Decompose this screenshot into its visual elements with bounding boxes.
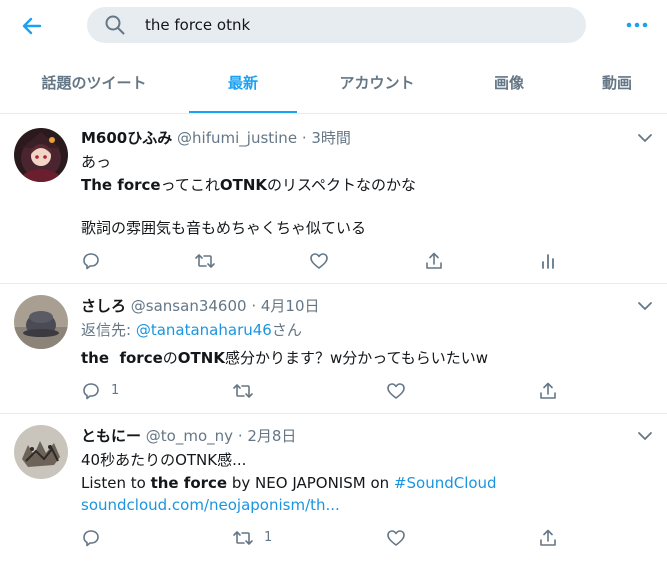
tab-videos[interactable]: 動画 [580,52,654,114]
retweet-button[interactable] [194,250,216,272]
user-name[interactable]: M600ひふみ [81,129,172,147]
tweet-text-line: the forceのOTNK感分かります？w分かってもらいたいw [81,347,488,369]
tab-latest[interactable]: 最新 [189,52,297,114]
hashtag-link[interactable]: #SoundCloud [394,474,497,492]
tweet[interactable]: M600ひふみ @hifumi_justine · 3時間 あっ The for… [0,114,667,284]
chevron-down-icon[interactable] [636,427,654,445]
reply-context: 返信先: @tanatanaharu46さん [81,319,302,341]
tweet-text: Listen to [81,474,151,492]
avatar[interactable] [14,128,68,182]
reply-count: 1 [111,383,120,398]
like-button[interactable] [309,250,329,272]
tweet-text: 感分かります？w分かってもらいたいw [224,349,488,367]
share-button[interactable] [538,527,558,549]
share-button[interactable] [424,250,444,272]
heart-icon [310,252,328,269]
analytics-button[interactable] [538,250,558,272]
tab-images[interactable]: 画像 [470,52,548,114]
back-arrow-icon[interactable] [18,12,46,40]
tweet-time[interactable]: · 3時間 [302,129,351,147]
external-link[interactable]: soundcloud.com/neojaponism/th... [81,494,340,516]
retweet-button[interactable]: 1 [232,527,272,549]
reply-icon [83,529,99,546]
tweet-text: ってこれ [160,176,220,194]
tweet-header: M600ひふみ @hifumi_justine · 3時間 [81,127,351,149]
search-icon [105,15,125,35]
share-button[interactable] [538,380,558,402]
tweet[interactable]: ともにー @to_mo_ny · 2月8日 40秒あたりのOTNK感... Li… [0,414,667,562]
tweet-time[interactable]: · 4月10日 [251,297,319,315]
tweet-text-line: 歌詞の雰囲気も音もめちゃくちゃ似ている [81,219,367,237]
share-icon [540,382,556,399]
share-icon [540,529,556,546]
tweet-header: ともにー @to_mo_ny · 2月8日 [81,425,296,447]
user-name[interactable]: さしろ [81,297,126,315]
tab-top[interactable]: 話題のツイート [22,52,166,114]
chevron-down-icon[interactable] [636,297,654,315]
reply-handle-link[interactable]: @tanatanaharu46 [136,321,272,339]
reply-button[interactable] [81,527,101,549]
chevron-down-icon[interactable] [636,129,654,147]
tweet-text-line: 40秒あたりのOTNK感... [81,451,247,469]
reply-suffix: さん [271,321,302,339]
heart-icon [387,382,405,399]
search-input[interactable] [145,7,565,43]
like-button[interactable] [386,380,406,402]
highlight-term: OTNK [177,349,225,367]
highlight-term: the force [81,349,163,367]
retweet-icon [233,531,253,545]
tweet-text-line: あっ [81,153,112,171]
user-name[interactable]: ともにー [81,427,141,445]
reply-button[interactable] [81,250,101,272]
user-handle[interactable]: @hifumi_justine [177,129,297,147]
search-box[interactable] [87,7,586,43]
highlight-term: OTNK [219,176,268,194]
reply-button[interactable]: 1 [81,380,119,402]
retweet-count: 1 [264,530,273,545]
analytics-icon [542,253,554,269]
heart-icon [387,529,405,546]
tweet[interactable]: さしろ @sansan34600 · 4月10日 返信先: @tanatanah… [0,284,667,414]
retweet-icon [233,383,253,398]
more-options-icon[interactable] [624,12,650,38]
top-bar [0,0,667,52]
search-tabs: 話題のツイート 最新 アカウント 画像 動画 [0,52,667,114]
retweet-button[interactable] [232,380,254,402]
tab-accounts[interactable]: アカウント [318,52,436,114]
tweet-text-line: The forceってこれOTNKのリスペクトなのかな [81,174,416,196]
avatar[interactable] [14,425,68,479]
share-icon [426,252,442,269]
tweet-text: のリスペクトなのかな [267,176,416,194]
reply-prefix: 返信先: [81,321,136,339]
highlight-term: the force [150,474,228,492]
tweet-text: の [162,349,178,367]
tweet-header: さしろ @sansan34600 · 4月10日 [81,295,320,317]
tweet-time[interactable]: · 2月8日 [238,427,297,445]
highlight-term: The force [81,176,161,194]
active-tab-indicator [189,111,297,113]
avatar[interactable] [14,295,68,349]
user-handle[interactable]: @to_mo_ny [146,427,233,445]
user-handle[interactable]: @sansan34600 [131,297,247,315]
like-button[interactable] [386,527,406,549]
tweet-text-line: Listen to the force by NEO JAPONISM on #… [81,472,497,494]
reply-icon [83,383,99,400]
tweet-text: by NEO JAPONISM on [227,474,394,492]
reply-icon [83,252,99,269]
retweet-icon [195,253,215,268]
